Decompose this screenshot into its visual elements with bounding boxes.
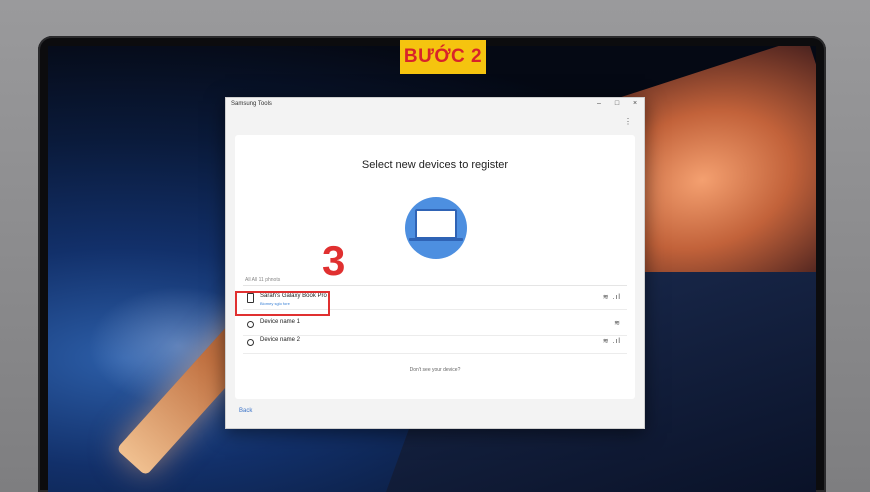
wifi-signal-icon: ≋ .ıl	[602, 338, 621, 345]
window-titlebar[interactable]: Samsung Tools – □ ×	[226, 98, 644, 112]
radio-icon[interactable]	[247, 339, 254, 346]
close-button[interactable]: ×	[628, 99, 642, 109]
laptop-screen	[415, 209, 457, 239]
list-caption: All All 11 phnots	[245, 277, 281, 283]
back-button[interactable]: Back	[239, 408, 252, 414]
wifi-icon: ≋	[614, 320, 621, 327]
samsung-tools-window: Samsung Tools – □ × ⋮ Select new devices…	[225, 97, 645, 429]
step-badge: BƯỚC 2	[400, 40, 486, 74]
more-options-icon[interactable]: ⋮	[624, 118, 632, 126]
maximize-button[interactable]: □	[610, 99, 624, 109]
highlight-annotation-box	[235, 291, 330, 316]
laptop-base	[409, 238, 463, 241]
window-title: Samsung Tools	[231, 101, 272, 107]
content-card: Select new devices to register All All 1…	[235, 135, 635, 399]
wifi-signal-icon: ≋ .ıl	[602, 294, 621, 301]
dont-see-device-link[interactable]: Don't see your device?	[235, 367, 635, 373]
step-number-annotation: 3	[322, 237, 346, 284]
device-name: Device name 2	[260, 337, 301, 343]
laptop-illustration-icon	[405, 197, 467, 259]
page-heading: Select new devices to register	[361, 159, 509, 171]
device-name: Device name 1	[260, 319, 301, 325]
list-divider	[243, 285, 627, 286]
minimize-button[interactable]: –	[592, 99, 606, 109]
device-row-2[interactable]: Device name 2 ≋ .ıl	[243, 333, 627, 354]
radio-icon[interactable]	[247, 321, 254, 328]
